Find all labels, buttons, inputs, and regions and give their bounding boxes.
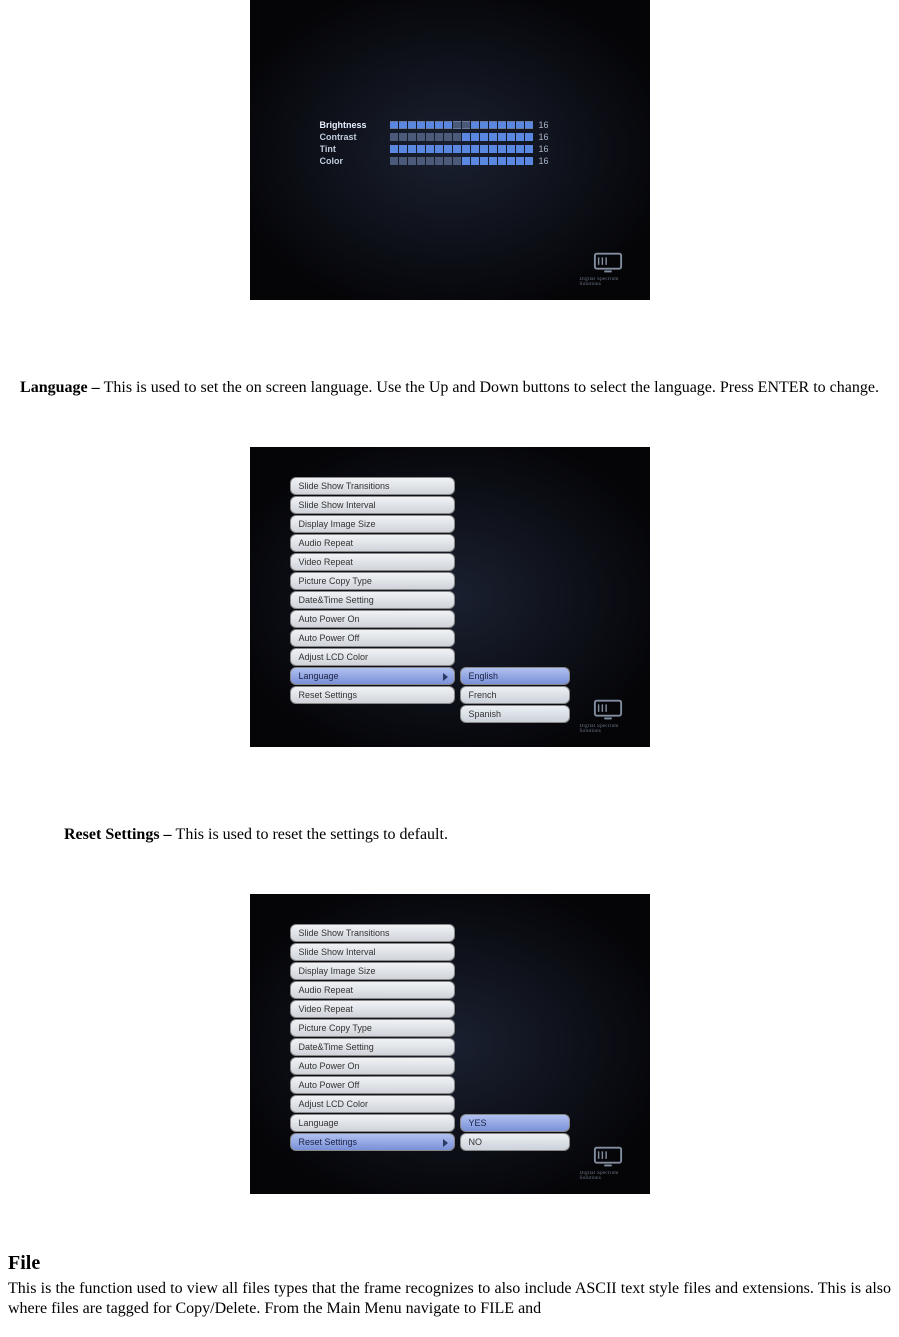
settings-menu: Slide Show TransitionsSlide Show Interva… — [290, 924, 455, 1152]
settings-menu: Slide Show TransitionsSlide Show Interva… — [290, 477, 455, 705]
slider-label: Tint — [320, 144, 384, 154]
slider-row[interactable]: Tint 16 — [320, 144, 580, 154]
reset-paragraph: Reset Settings – This is used to reset t… — [8, 825, 891, 846]
slider-bar[interactable] — [390, 133, 533, 141]
slider-row[interactable]: Brightness 16 — [320, 120, 580, 130]
slider-label: Contrast — [320, 132, 384, 142]
menu-item[interactable]: Display Image Size — [290, 515, 455, 533]
menu-item[interactable]: Slide Show Transitions — [290, 924, 455, 942]
menu-item[interactable]: Reset Settings — [290, 686, 455, 704]
monitor-icon — [593, 251, 623, 275]
menu-item[interactable]: Reset Settings — [290, 1133, 455, 1151]
menu-item[interactable]: Language — [290, 667, 455, 685]
language-text: This is used to set the on screen langua… — [104, 379, 879, 396]
menu-item[interactable]: Language — [290, 1114, 455, 1132]
menu-item[interactable]: Audio Repeat — [290, 534, 455, 552]
slider-group: Brightness 16 Contrast 16 Tint 16 Color 16 — [320, 120, 580, 168]
submenu-item[interactable]: NO — [460, 1133, 570, 1151]
menu-item[interactable]: Adjust LCD Color — [290, 648, 455, 666]
slider-value: 16 — [539, 156, 553, 166]
menu-item[interactable]: Picture Copy Type — [290, 572, 455, 590]
file-heading: File — [8, 1252, 891, 1275]
menu-item[interactable]: Auto Power Off — [290, 1076, 455, 1094]
brand-text: Digital Spectrum Solutions — [580, 1171, 636, 1181]
slider-label: Brightness — [320, 120, 384, 130]
menu-item[interactable]: Slide Show Interval — [290, 943, 455, 961]
language-label: Language – — [20, 379, 104, 396]
brand-text: Digital Spectrum Solutions — [580, 724, 636, 734]
menu-item[interactable]: Video Repeat — [290, 553, 455, 571]
reset-submenu: YESNO — [460, 1114, 570, 1152]
menu-item[interactable]: Display Image Size — [290, 962, 455, 980]
file-body: This is the function used to view all fi… — [8, 1279, 891, 1321]
slider-row[interactable]: Contrast 16 — [320, 132, 580, 142]
menu-item[interactable]: Auto Power Off — [290, 629, 455, 647]
submenu-item[interactable]: English — [460, 667, 570, 685]
slider-row[interactable]: Color 16 — [320, 156, 580, 166]
submenu-item[interactable]: Spanish — [460, 705, 570, 723]
brand-logo: Digital Spectrum Solutions — [580, 1144, 636, 1182]
menu-item[interactable]: Audio Repeat — [290, 981, 455, 999]
language-menu-screenshot: Slide Show TransitionsSlide Show Interva… — [250, 447, 650, 747]
menu-item[interactable]: Video Repeat — [290, 1000, 455, 1018]
reset-menu-screenshot: Slide Show TransitionsSlide Show Interva… — [250, 894, 650, 1194]
menu-item[interactable]: Picture Copy Type — [290, 1019, 455, 1037]
reset-label: Reset Settings – — [64, 826, 176, 843]
language-submenu: EnglishFrenchSpanish — [460, 667, 570, 724]
menu-item[interactable]: Auto Power On — [290, 1057, 455, 1075]
slider-bar[interactable] — [390, 157, 533, 165]
slider-label: Color — [320, 156, 384, 166]
slider-value: 16 — [539, 132, 553, 142]
monitor-icon — [593, 698, 623, 722]
menu-item[interactable]: Auto Power On — [290, 610, 455, 628]
submenu-item[interactable]: French — [460, 686, 570, 704]
menu-item[interactable]: Adjust LCD Color — [290, 1095, 455, 1113]
brand-logo: Digital Spectrum Solutions — [580, 697, 636, 735]
reset-text: This is used to reset the settings to de… — [176, 826, 448, 843]
slider-bar[interactable] — [390, 145, 533, 153]
brand-text: Digital Spectrum Solutions — [580, 277, 636, 287]
brand-logo: Digital Spectrum Solutions — [580, 250, 636, 288]
slider-bar[interactable] — [390, 121, 533, 129]
menu-item[interactable]: Slide Show Interval — [290, 496, 455, 514]
menu-item[interactable]: Slide Show Transitions — [290, 477, 455, 495]
monitor-icon — [593, 1145, 623, 1169]
lcd-color-screenshot: Brightness 16 Contrast 16 Tint 16 Color 16 Digi… — [250, 0, 650, 300]
slider-value: 16 — [539, 144, 553, 154]
menu-item[interactable]: Date&Time Setting — [290, 1038, 455, 1056]
submenu-item[interactable]: YES — [460, 1114, 570, 1132]
slider-value: 16 — [539, 120, 553, 130]
menu-item[interactable]: Date&Time Setting — [290, 591, 455, 609]
language-paragraph: Language – This is used to set the on sc… — [8, 378, 891, 399]
